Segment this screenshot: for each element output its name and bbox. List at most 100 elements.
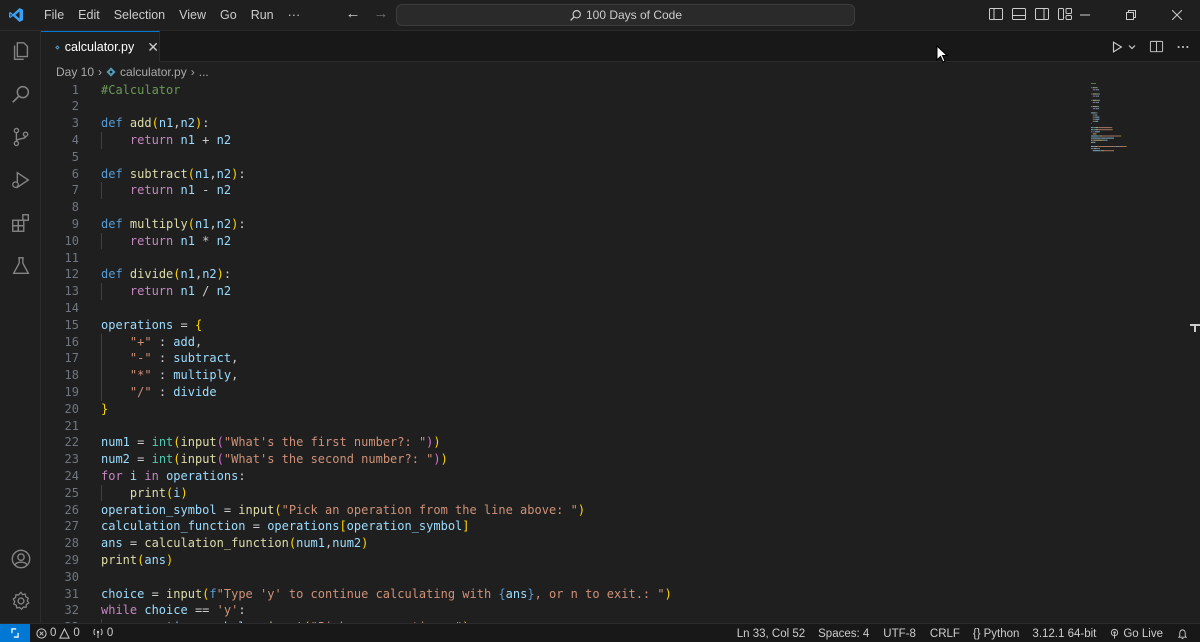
code-line[interactable]: 8 (41, 199, 1141, 216)
code-line[interactable]: 14 (41, 300, 1141, 317)
minimap[interactable] (1089, 81, 1169, 161)
code-line[interactable]: 12 def divide(n1,n2): (41, 266, 1141, 283)
code-line[interactable]: 6 def subtract(n1,n2): (41, 166, 1141, 183)
code-line[interactable]: 27 calculation_function = operations[oper… (41, 518, 1141, 535)
code-line[interactable]: 23 num2 = int(input("What's the second nu… (41, 451, 1141, 468)
code-line[interactable]: 5 (41, 149, 1141, 166)
code-line[interactable]: 15 operations = { (41, 317, 1141, 334)
extensions-button[interactable] (0, 203, 41, 243)
go-live-button[interactable]: Go Live (1103, 628, 1169, 640)
accounts-button[interactable] (0, 539, 41, 579)
code-line[interactable]: 17 "-" : subtract, (41, 350, 1141, 367)
code-line[interactable]: 11 (41, 250, 1141, 267)
scrollbar-cursor-marker[interactable] (1190, 324, 1200, 332)
minimap-token (1098, 129, 1112, 131)
split-editor-icon[interactable] (1149, 39, 1164, 54)
line-number: 6 (71, 166, 79, 181)
manage-button[interactable] (0, 581, 41, 621)
minimap-token (1093, 139, 1103, 141)
toggle-primary-sidebar-icon[interactable] (988, 6, 1004, 22)
code-line[interactable]: 9 def multiply(n1,n2): (41, 216, 1141, 233)
code-line[interactable]: 21 (41, 418, 1141, 435)
code-editor[interactable]: 1 #Calculator 2 3 def add(n1,n2): 4 return n1… (41, 81, 1186, 623)
menu-selection[interactable]: Selection (107, 4, 172, 26)
back-arrow-icon[interactable]: ← (344, 5, 362, 22)
indentation[interactable]: Spaces: 4 (811, 628, 876, 640)
chevron-down-icon[interactable] (1127, 42, 1137, 52)
forward-arrow-icon[interactable]: → (372, 5, 390, 22)
code-line[interactable]: 1 #Calculator (41, 82, 1141, 99)
more-actions-icon[interactable] (1176, 40, 1190, 54)
minimap-token (1091, 135, 1099, 137)
end-of-line[interactable]: CRLF (923, 628, 967, 640)
menu-run[interactable]: Run (244, 4, 281, 26)
code-text: } (101, 401, 109, 416)
toggle-panel-icon[interactable] (1011, 6, 1027, 22)
source-control-button[interactable] (0, 117, 41, 157)
encoding[interactable]: UTF-8 (876, 628, 923, 640)
restore-button[interactable] (1108, 0, 1154, 30)
minimap-token (1093, 141, 1096, 143)
cursor-position[interactable]: Ln 33, Col 52 (731, 628, 811, 640)
code-line[interactable]: 20} (41, 401, 1141, 418)
minimap-token (1093, 131, 1095, 133)
minimize-button[interactable] (1062, 0, 1108, 30)
code-line[interactable]: 25 print(i) (41, 485, 1141, 502)
problems-indicator[interactable]: 0 0 (30, 627, 86, 639)
command-center-search[interactable]: 100 Days of Code (396, 4, 855, 26)
menu-edit[interactable]: Edit (71, 4, 107, 26)
breadcrumb-file[interactable]: calculator.py (120, 65, 187, 79)
error-count: 0 (50, 627, 57, 639)
notifications-button[interactable] (1169, 628, 1196, 640)
python-interpreter[interactable]: 3.12.1 64-bit (1025, 628, 1103, 640)
minimap-token (1096, 89, 1099, 91)
code-line[interactable]: 16 "+" : add, (41, 334, 1141, 351)
indent-guide (101, 131, 102, 149)
search-view-button[interactable] (0, 74, 41, 114)
tab-close-icon[interactable]: ✕ (147, 39, 159, 56)
code-line[interactable]: 28 ans = calculation_function(num1,num2) (41, 535, 1141, 552)
code-line[interactable]: 4 return n1 + n2 (41, 132, 1141, 149)
minimap-token (1091, 127, 1093, 129)
code-line[interactable]: 18 "*" : multiply, (41, 367, 1141, 384)
code-line[interactable]: 19 "/" : divide (41, 384, 1141, 401)
menu-view[interactable]: View (172, 4, 213, 26)
code-line[interactable]: 10 return n1 * n2 (41, 233, 1141, 250)
run-debug-button[interactable] (0, 160, 41, 200)
toggle-secondary-sidebar-icon[interactable] (1034, 6, 1050, 22)
code-line[interactable]: 26 operation_symbol = input("Pick an oper… (41, 502, 1141, 519)
remote-indicator-button[interactable] (0, 623, 30, 642)
run-python-file-icon[interactable] (1110, 40, 1124, 54)
code-line[interactable]: 30 (41, 569, 1141, 586)
code-line[interactable]: 22 num1 = int(input("What's the first num… (41, 434, 1141, 451)
code-line[interactable]: 24 for i in operations: (41, 468, 1141, 485)
code-line[interactable]: 13 return n1 / n2 (41, 283, 1141, 300)
breadcrumb-more[interactable]: ... (199, 65, 209, 79)
code-line[interactable]: 29 print(ans) (41, 552, 1141, 569)
testing-button[interactable] (0, 246, 41, 286)
menu-go[interactable]: Go (213, 4, 244, 26)
language-mode[interactable]: {} Python (967, 628, 1026, 640)
code-line[interactable]: 2 (41, 98, 1141, 115)
minimap-token (1098, 99, 1100, 101)
explorer-button[interactable] (0, 31, 41, 71)
mouse-pointer-icon (936, 45, 948, 63)
line-number: 16 (64, 334, 79, 349)
line-number: 3 (71, 116, 79, 131)
tab-calculator-py[interactable]: calculator.py ✕ (41, 31, 160, 62)
minimap-token (1092, 114, 1095, 116)
code-line[interactable]: 7 return n1 - n2 (41, 182, 1141, 199)
minimap-token (1091, 83, 1096, 84)
breadcrumb-folder[interactable]: Day 10 (56, 65, 94, 79)
close-window-button[interactable] (1154, 0, 1200, 30)
code-line[interactable]: 3 def add(n1,n2): (41, 115, 1141, 132)
minimap-token (1098, 101, 1100, 103)
minimap-token (1091, 87, 1093, 89)
code-line[interactable]: 32 while choice == 'y': (41, 602, 1141, 619)
ports-indicator[interactable]: 0 (86, 627, 119, 639)
minimap-token (1092, 116, 1095, 118)
menu-file[interactable]: File (37, 4, 71, 26)
minimap-token (1092, 93, 1097, 95)
code-line[interactable]: 31 choice = input(f"Type 'y' to continue … (41, 586, 1141, 603)
menu-more[interactable]: ··· (281, 4, 308, 26)
